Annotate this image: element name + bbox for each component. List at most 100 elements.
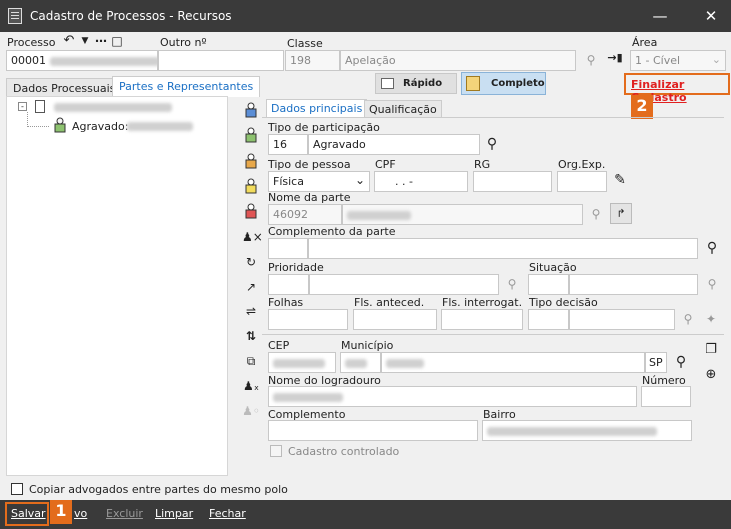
fls-interrogat-input[interactable] [441, 309, 523, 330]
tree-child-label[interactable]: Agravado: [72, 120, 128, 133]
minimize-button[interactable]: — [642, 0, 678, 32]
person-green-icon[interactable] [244, 127, 258, 143]
document-icon [35, 100, 45, 113]
copiar-advogados-checkbox[interactable] [11, 483, 23, 495]
callout-badge-2: 2 [631, 95, 653, 119]
copy-icon[interactable]: ⧉ [242, 352, 260, 370]
run-icon[interactable]: ↗ [242, 278, 260, 296]
subtab-divider [262, 117, 724, 118]
classe-code-field: 198 [285, 50, 340, 71]
fls-anteced-label: Fls. anteced. [354, 296, 425, 309]
cadastro-controlado-checkbox[interactable] [270, 445, 282, 457]
salvar-button[interactable]: Salvar [11, 507, 46, 520]
tree-child-name [127, 122, 193, 131]
close-button[interactable]: ✕ [693, 0, 729, 32]
window-title: Cadastro de Processos - Recursos [30, 9, 232, 23]
tipo-decisao-code[interactable] [528, 309, 569, 330]
processo-input[interactable]: 00001 [6, 50, 158, 71]
tipo-pessoa-select[interactable]: Física ⌄ [268, 171, 370, 192]
logradouro-input[interactable] [268, 386, 637, 407]
nome-parte-name [342, 204, 583, 225]
tab-qualificacao[interactable]: Qualificação [364, 100, 442, 117]
map-add-icon[interactable]: ⊕ [702, 366, 720, 384]
search-icon[interactable]: ⚲ [703, 275, 721, 293]
person-orange-icon[interactable] [244, 153, 258, 169]
search-icon[interactable]: ⚲ [679, 310, 697, 328]
rg-input[interactable] [473, 171, 552, 192]
orgexp-input[interactable] [557, 171, 607, 192]
tab-partes[interactable]: Partes e Representantes [112, 76, 261, 97]
situacao-label: Situação [529, 261, 577, 274]
search-icon[interactable]: ⚲ [503, 275, 521, 293]
tab-dados-principais[interactable]: Dados principais [266, 99, 368, 117]
prioridade-input[interactable] [309, 274, 499, 295]
cpf-input[interactable]: . . - [374, 171, 468, 192]
uf-field[interactable]: SP [645, 352, 667, 373]
edit-icon[interactable]: ✎ [611, 171, 629, 189]
tree-collapse-icon[interactable]: - [18, 102, 27, 111]
pin-icon[interactable]: ✦ [702, 310, 720, 328]
tipo-participacao-code[interactable]: 16 [268, 134, 308, 155]
fls-interrogat-label: Fls. interrogat. [442, 296, 523, 309]
situacao-code[interactable] [528, 274, 569, 295]
section-divider [262, 334, 724, 335]
search-icon[interactable]: ⚲ [582, 51, 600, 69]
tipo-participacao-name[interactable]: Agravado [308, 134, 480, 155]
user-x-icon[interactable]: ♟ₓ [242, 377, 260, 395]
novo-button[interactable]: vo [74, 507, 87, 520]
map-search-icon[interactable]: ❐ [702, 341, 720, 359]
user-link-icon: ♟◦ [242, 404, 260, 418]
group-run-icon[interactable]: ⇌ [242, 302, 260, 320]
title-bar: Cadastro de Processos - Recursos — ✕ [0, 0, 731, 32]
search-icon[interactable]: ⚲ [483, 135, 501, 153]
outro-input[interactable] [158, 50, 284, 71]
numero-input[interactable] [641, 386, 691, 407]
municipio-code[interactable] [340, 352, 381, 373]
tipo-decisao-label: Tipo decisão [529, 296, 598, 309]
refresh-user-icon[interactable]: ↻ [242, 253, 260, 271]
folhas-label: Folhas [268, 296, 304, 309]
bairro-input[interactable] [482, 420, 692, 441]
excluir-button: Excluir [106, 507, 143, 520]
rapido-button[interactable]: Rápido [375, 73, 457, 94]
area-select[interactable]: 1 - Cível ⌄ [630, 50, 726, 71]
copiar-advogados-label: Copiar advogados entre partes do mesmo p… [29, 483, 288, 496]
tipo-participacao-label: Tipo de participação [268, 121, 380, 134]
bookmark-icon[interactable]: □ [108, 32, 126, 50]
complemento-parte-label: Complemento da parte [268, 225, 396, 238]
prioridade-code[interactable] [268, 274, 309, 295]
folhas-input[interactable] [268, 309, 348, 330]
municipio-input[interactable] [381, 352, 645, 373]
complemento-parte-input[interactable] [308, 238, 698, 259]
link-parte-button[interactable]: ↱ [610, 203, 632, 224]
completo-button[interactable]: Completo [461, 72, 546, 95]
person-yellow-icon[interactable] [244, 178, 258, 194]
cep-input[interactable] [268, 352, 336, 373]
rg-label: RG [474, 158, 491, 171]
complemento-input[interactable] [268, 420, 478, 441]
outro-label: Outro nº [160, 36, 207, 49]
link-icon[interactable]: →▮ [606, 49, 624, 67]
search-icon[interactable]: ⚲ [672, 353, 690, 371]
remove-user-icon[interactable]: ♟× [242, 228, 263, 246]
complemento-parte-code[interactable] [268, 238, 308, 259]
tab-dados-processuais[interactable]: Dados Processuais [6, 78, 123, 97]
app-icon [8, 8, 22, 24]
fls-anteced-input[interactable] [353, 309, 437, 330]
orgexp-label: Org.Exp. [558, 158, 606, 171]
cadastro-controlado-label: Cadastro controlado [288, 445, 400, 458]
person-red-icon[interactable] [244, 203, 258, 219]
limpar-button[interactable]: Limpar [155, 507, 193, 520]
search-icon[interactable]: ⚲ [703, 239, 721, 257]
person-blue-icon[interactable] [244, 102, 258, 118]
tipo-decisao-input[interactable] [569, 309, 675, 330]
bottom-toolbar: Salvar 1 vo Excluir Limpar Fechar [0, 500, 731, 529]
table-icon [381, 78, 394, 89]
area-label: Área [632, 36, 658, 49]
fechar-button[interactable]: Fechar [209, 507, 246, 520]
tree-line [27, 126, 49, 127]
agravado-person-icon [54, 117, 66, 133]
situacao-input[interactable] [569, 274, 698, 295]
search-icon[interactable]: ⚲ [587, 205, 605, 223]
swap-icon[interactable]: ⇅ [242, 327, 260, 345]
